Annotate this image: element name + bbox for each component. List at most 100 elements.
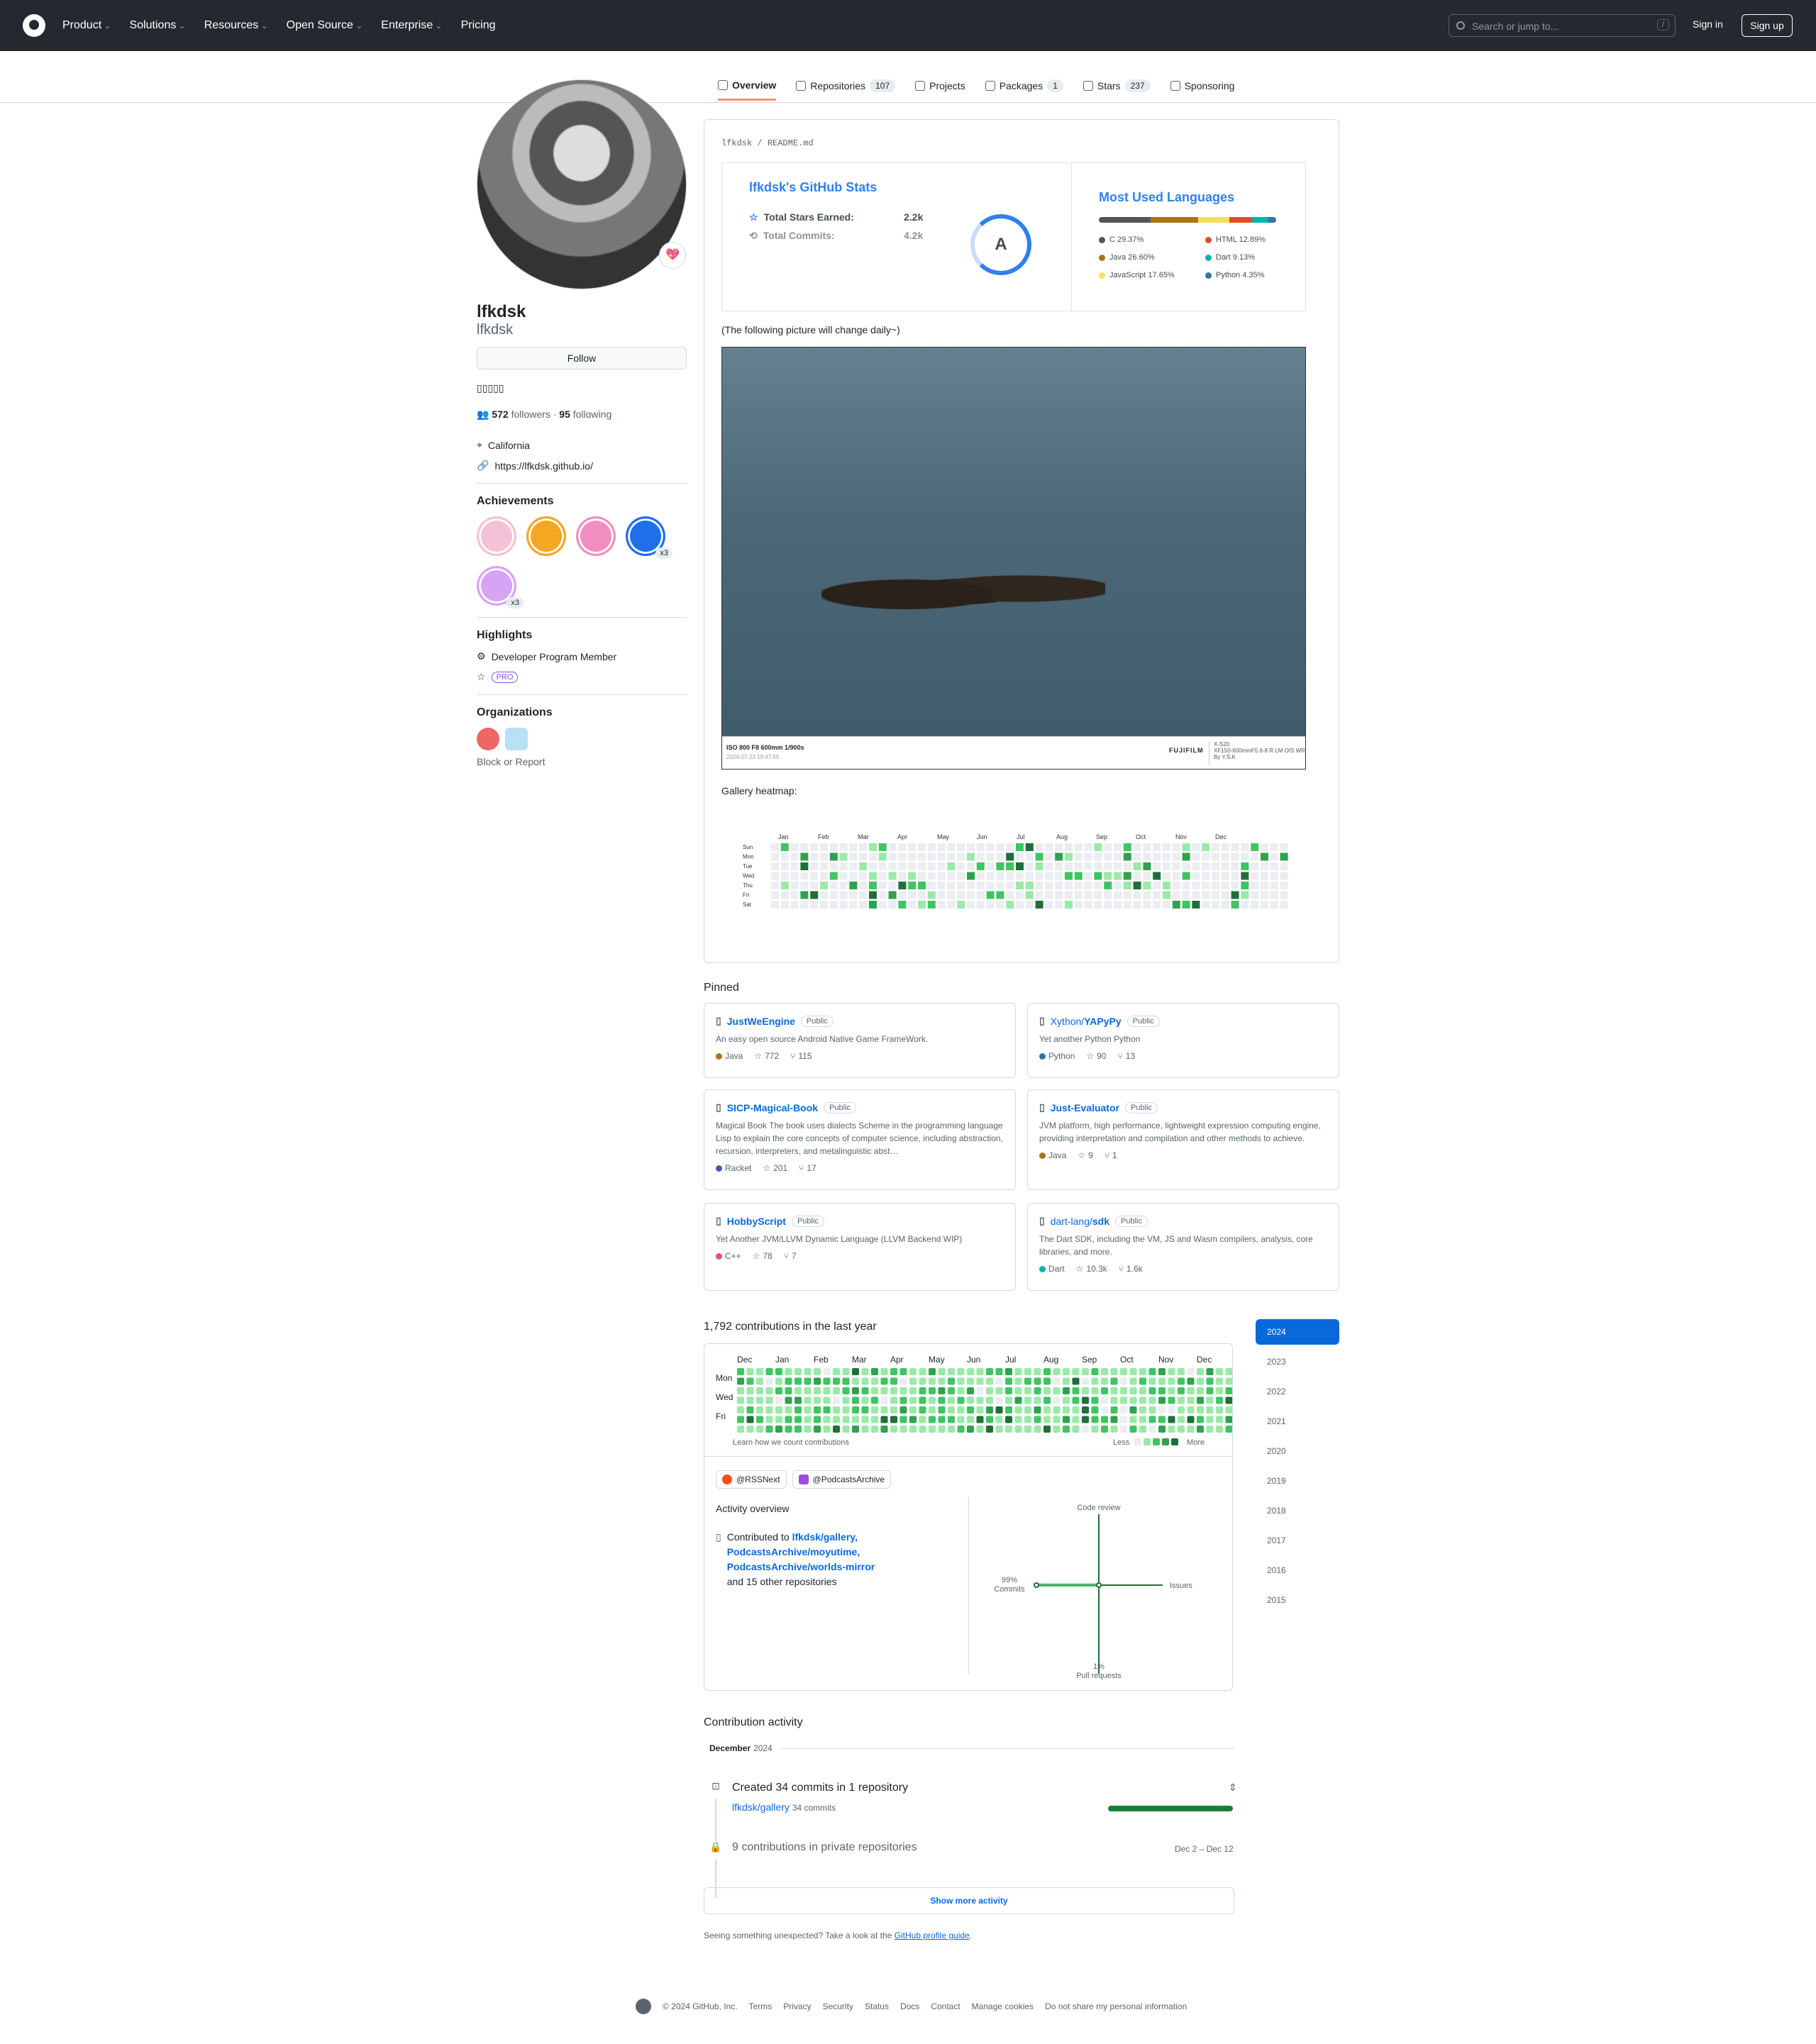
contribution-cell[interactable]	[1110, 1396, 1118, 1404]
gallery-cell[interactable]	[1221, 901, 1229, 909]
gallery-cell[interactable]	[1084, 862, 1092, 870]
gallery-cell[interactable]	[1114, 891, 1122, 899]
gallery-cell[interactable]	[918, 843, 926, 851]
gallery-cell[interactable]	[898, 882, 907, 889]
gallery-cell[interactable]	[771, 872, 779, 880]
contribution-cell[interactable]	[1034, 1368, 1041, 1375]
contribution-cell[interactable]	[1178, 1377, 1185, 1385]
gallery-cell[interactable]	[1025, 872, 1034, 880]
gallery-cell[interactable]	[1016, 862, 1024, 870]
gallery-cell[interactable]	[947, 852, 956, 861]
gallery-cell[interactable]	[800, 872, 809, 880]
contribution-cell[interactable]	[1168, 1406, 1175, 1413]
contribution-cell[interactable]	[861, 1387, 869, 1394]
contribution-cell[interactable]	[1091, 1416, 1099, 1423]
contribution-cell[interactable]	[1139, 1416, 1146, 1423]
contribution-cell[interactable]	[861, 1377, 869, 1385]
contribution-cell[interactable]	[1178, 1387, 1185, 1394]
gallery-cell[interactable]	[829, 843, 838, 851]
contribution-cell[interactable]	[1110, 1406, 1118, 1413]
contribution-cell[interactable]	[852, 1377, 859, 1385]
follow-button[interactable]: Follow	[477, 347, 687, 370]
contribution-cell[interactable]	[1178, 1416, 1185, 1423]
repo-stars[interactable]: ☆ 772	[754, 1051, 779, 1061]
repo-stars[interactable]: ☆ 9	[1078, 1150, 1092, 1160]
gallery-cell[interactable]	[996, 862, 1004, 870]
gallery-cell[interactable]	[1280, 852, 1288, 861]
gallery-cell[interactable]	[937, 891, 946, 899]
gallery-cell[interactable]	[1212, 872, 1219, 880]
repo-stars[interactable]: ☆ 10.3k	[1076, 1264, 1107, 1274]
contribution-cell[interactable]	[880, 1426, 888, 1433]
tab-packages[interactable]: Packages 1	[985, 71, 1063, 101]
github-logo-icon[interactable]	[636, 1999, 651, 2014]
contribution-cell[interactable]	[1101, 1426, 1108, 1433]
contribution-cell[interactable]	[814, 1396, 821, 1404]
contribution-cell[interactable]	[1034, 1426, 1041, 1433]
contribution-cell[interactable]	[899, 1387, 907, 1394]
gallery-cell[interactable]	[996, 882, 1004, 889]
gallery-cell[interactable]	[1104, 901, 1112, 909]
contribution-cell[interactable]	[976, 1416, 984, 1423]
gallery-cell[interactable]	[859, 891, 868, 899]
contribution-cell[interactable]	[909, 1406, 917, 1413]
contribution-cell[interactable]	[890, 1416, 897, 1423]
contribution-cell[interactable]	[1216, 1368, 1223, 1375]
gallery-cell[interactable]	[1192, 852, 1200, 861]
repo-link[interactable]: PodcastsArchive/worlds-mirror	[727, 1561, 875, 1572]
contribution-cell[interactable]	[804, 1387, 812, 1394]
contribution-cell[interactable]	[929, 1377, 936, 1385]
gallery-cell[interactable]	[1055, 872, 1063, 880]
gallery-cell[interactable]	[820, 872, 828, 880]
contribution-cell[interactable]	[938, 1368, 946, 1375]
contribution-cell[interactable]	[814, 1387, 821, 1394]
gallery-cell[interactable]	[898, 901, 907, 909]
gallery-cell[interactable]	[1231, 852, 1239, 861]
contribution-cell[interactable]	[737, 1377, 744, 1385]
gallery-cell[interactable]	[1221, 872, 1229, 880]
contribution-cell[interactable]	[1139, 1406, 1146, 1413]
gallery-cell[interactable]	[1133, 852, 1141, 861]
gallery-cell[interactable]	[1280, 882, 1288, 889]
contribution-cell[interactable]	[785, 1396, 792, 1404]
gallery-cell[interactable]	[1006, 891, 1014, 899]
contribution-cell[interactable]	[765, 1416, 773, 1423]
gallery-cell[interactable]	[1241, 901, 1249, 909]
gallery-cell[interactable]	[947, 862, 956, 870]
gallery-cell[interactable]	[1212, 882, 1219, 889]
github-logo-icon[interactable]	[23, 14, 45, 37]
contribution-cell[interactable]	[1110, 1368, 1118, 1375]
gallery-cell[interactable]	[849, 862, 858, 870]
gallery-cell[interactable]	[800, 882, 809, 889]
gallery-cell[interactable]	[1280, 901, 1288, 909]
gallery-cell[interactable]	[1016, 901, 1024, 909]
repo-link[interactable]: PodcastsArchive/moyutime,	[727, 1546, 860, 1557]
contribution-cell[interactable]	[1034, 1416, 1041, 1423]
contribution-cell[interactable]	[948, 1368, 955, 1375]
pinned-repo-link[interactable]: HobbyScript	[727, 1216, 786, 1227]
gallery-cell[interactable]	[1104, 882, 1112, 889]
gallery-cell[interactable]	[878, 843, 887, 851]
contribution-cell[interactable]	[1101, 1406, 1108, 1413]
year-2022[interactable]: 2022	[1256, 1379, 1339, 1404]
contribution-cell[interactable]	[833, 1387, 840, 1394]
gallery-cell[interactable]	[967, 852, 975, 861]
year-2024[interactable]: 2024	[1256, 1319, 1339, 1345]
gallery-cell[interactable]	[839, 882, 848, 889]
contribution-cell[interactable]	[814, 1406, 821, 1413]
contribution-cell[interactable]	[967, 1406, 974, 1413]
contribution-cell[interactable]	[1139, 1368, 1146, 1375]
contribution-cell[interactable]	[1024, 1426, 1031, 1433]
contribution-cell[interactable]	[861, 1416, 869, 1423]
gallery-cell[interactable]	[1182, 901, 1190, 909]
contribution-cell[interactable]	[1082, 1406, 1089, 1413]
gallery-cell[interactable]	[1074, 862, 1083, 870]
gallery-cell[interactable]	[1261, 901, 1268, 909]
contribution-cell[interactable]	[1024, 1377, 1031, 1385]
gallery-cell[interactable]	[1035, 901, 1043, 909]
contribution-cell[interactable]	[909, 1368, 917, 1375]
contribution-cell[interactable]	[765, 1387, 773, 1394]
gallery-cell[interactable]	[1045, 862, 1053, 870]
gallery-cell[interactable]	[1074, 882, 1083, 889]
contribution-cell[interactable]	[1225, 1377, 1233, 1385]
